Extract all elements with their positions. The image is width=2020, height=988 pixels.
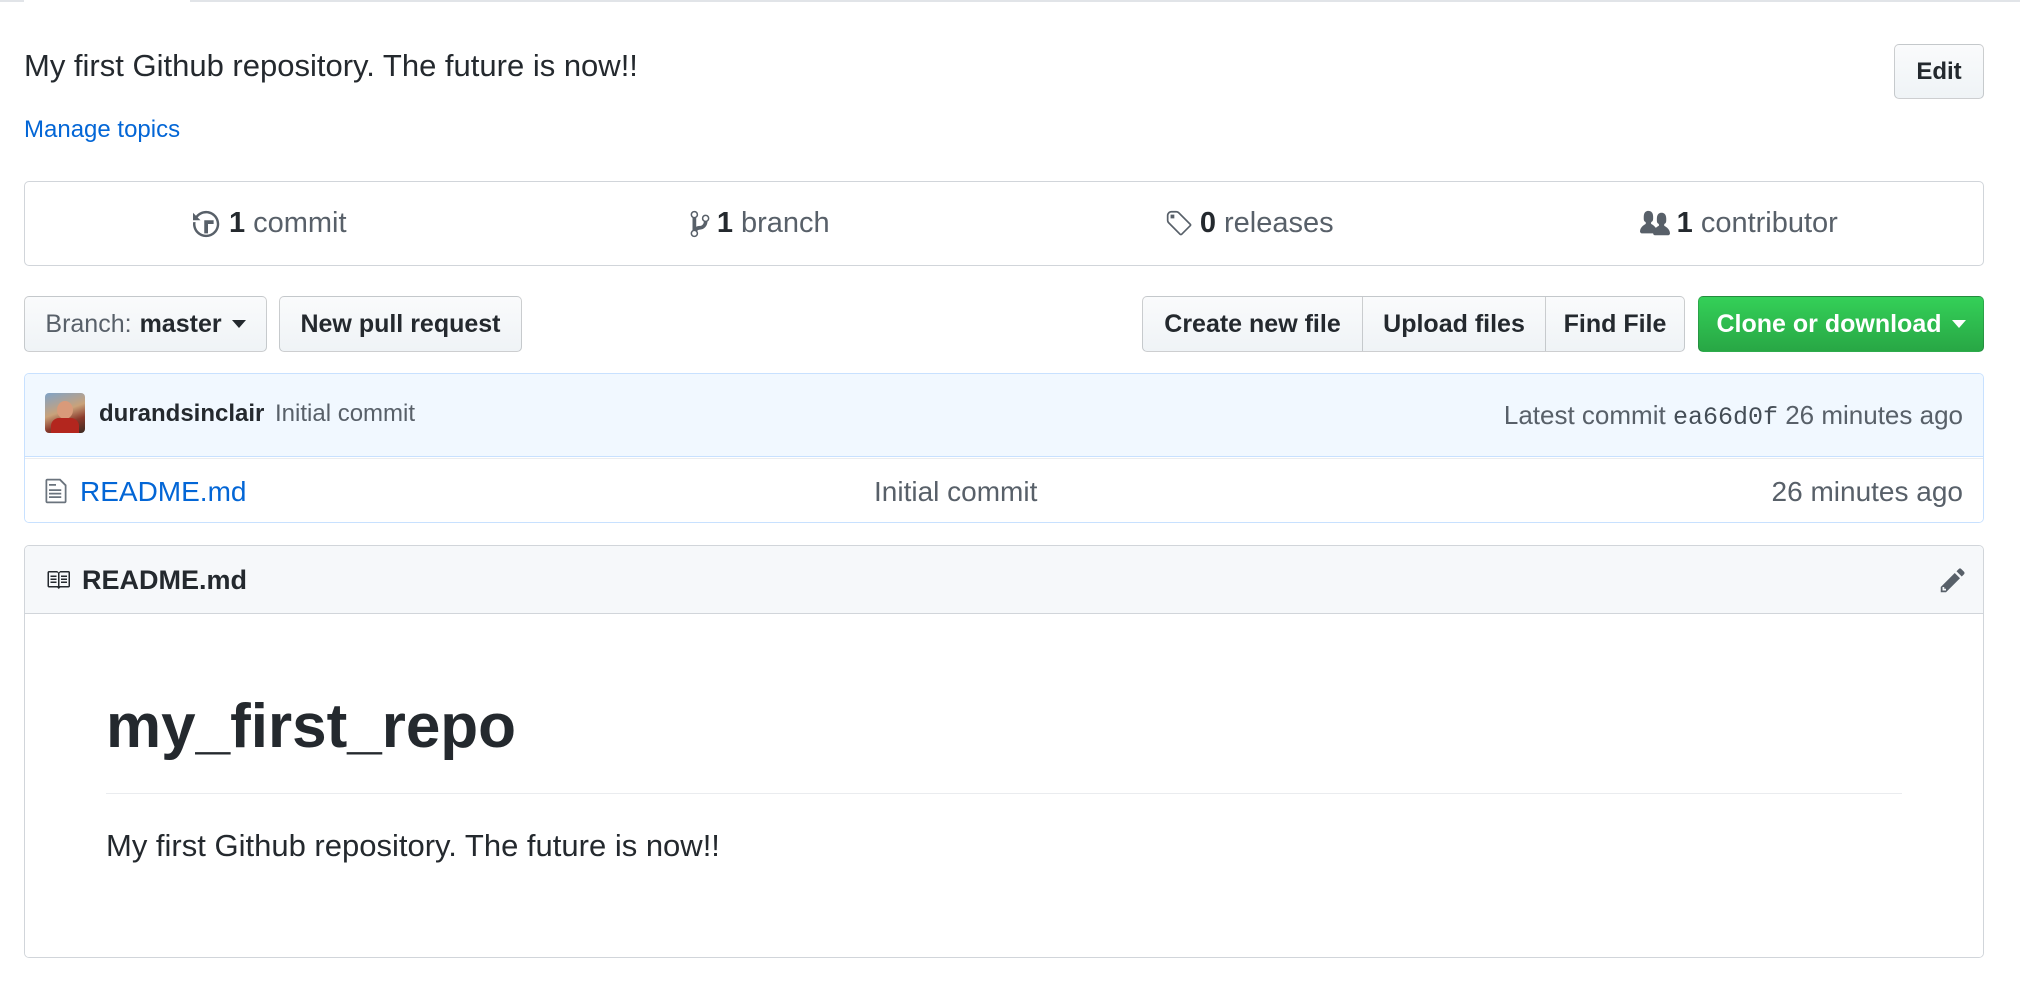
- table-row: README.md Initial commit 26 minutes ago: [25, 458, 1983, 522]
- stat-commits[interactable]: 1 commit: [25, 182, 515, 265]
- clone-or-download-label: Clone or download: [1716, 309, 1942, 338]
- edit-description-button[interactable]: Edit: [1894, 44, 1984, 99]
- commit-author-link[interactable]: durandsinclair: [99, 400, 264, 428]
- book-icon: [47, 571, 70, 589]
- repo-description: My first Github repository. The future i…: [24, 48, 638, 83]
- branch-icon: [690, 210, 710, 237]
- readme-header: README.md: [25, 546, 1983, 614]
- readme-heading: my_first_repo: [106, 691, 1902, 794]
- branch-select-button[interactable]: Branch: master: [24, 296, 267, 352]
- branch-label: branch: [740, 207, 830, 239]
- release-label: releases: [1224, 207, 1334, 239]
- commit-count: 1: [228, 207, 246, 239]
- contributor-count: 1: [1676, 207, 1693, 239]
- repo-description-row: My first Github repository. The future i…: [24, 44, 1984, 104]
- commit-message-link[interactable]: Initial commit: [275, 400, 415, 428]
- tag-icon: [1166, 210, 1192, 235]
- chevron-down-icon: [1951, 320, 1966, 328]
- active-tab-marker: [24, 0, 190, 3]
- commit-sha-link[interactable]: ea66d0f: [1673, 403, 1778, 432]
- readme-header-title: README.md: [82, 565, 248, 595]
- create-new-file-button[interactable]: Create new file: [1142, 296, 1363, 352]
- avatar[interactable]: [45, 393, 85, 433]
- file-name-link[interactable]: README.md: [80, 476, 246, 508]
- file-list: durandsinclair Initial commit Latest com…: [24, 373, 1984, 523]
- stat-contributors[interactable]: 1 contributor: [1494, 182, 1984, 265]
- repo-page: My first Github repository. The future i…: [0, 0, 2020, 988]
- latest-commit-bar: durandsinclair Initial commit Latest com…: [25, 374, 1983, 457]
- manage-topics-link[interactable]: Manage topics: [24, 116, 180, 144]
- repo-summary-stats: 1 commit 1 branch 0 releases 1 contribut…: [24, 181, 1984, 266]
- history-icon: [192, 210, 220, 237]
- stat-releases[interactable]: 0 releases: [1004, 182, 1494, 265]
- readme-paragraph: My first Github repository. The future i…: [106, 828, 720, 863]
- pencil-icon[interactable]: [1939, 566, 1967, 594]
- file-age: 26 minutes ago: [1771, 476, 1963, 507]
- new-pull-request-button[interactable]: New pull request: [279, 296, 522, 352]
- readme-panel: README.md my_first_repo My first Github …: [24, 545, 1984, 958]
- find-file-button[interactable]: Find File: [1545, 296, 1685, 352]
- upload-files-button[interactable]: Upload files: [1362, 296, 1546, 352]
- branch-select-value: master: [139, 309, 222, 338]
- clone-or-download-button[interactable]: Clone or download: [1698, 296, 1984, 352]
- tab-underline: [0, 0, 2020, 2]
- chevron-down-icon: [231, 320, 246, 328]
- release-count: 0: [1199, 207, 1216, 239]
- stat-branches[interactable]: 1 branch: [515, 182, 1005, 265]
- readme-content: my_first_repo My first Github repository…: [25, 615, 1983, 957]
- file-actions-group: Create new file Upload files Find File: [1142, 296, 1685, 352]
- people-icon: [1639, 210, 1670, 235]
- file-commit-message-link[interactable]: Initial commit: [874, 476, 1037, 508]
- branch-select-label: Branch:: [45, 309, 132, 338]
- commit-label: commit: [253, 207, 347, 239]
- avatar-shirt: [51, 418, 79, 433]
- latest-commit-age: 26 minutes ago: [1785, 400, 1963, 430]
- contributor-label: contributor: [1700, 207, 1838, 239]
- file-icon: [45, 478, 67, 504]
- branch-count: 1: [716, 207, 733, 239]
- latest-commit-prefix: Latest commit: [1503, 400, 1666, 430]
- avatar-face: [57, 401, 73, 419]
- file-navigation-toolbar: Branch: master New pull request Create n…: [24, 296, 1984, 352]
- latest-commit-info: Latest commit ea66d0f 26 minutes ago: [1504, 400, 1963, 432]
